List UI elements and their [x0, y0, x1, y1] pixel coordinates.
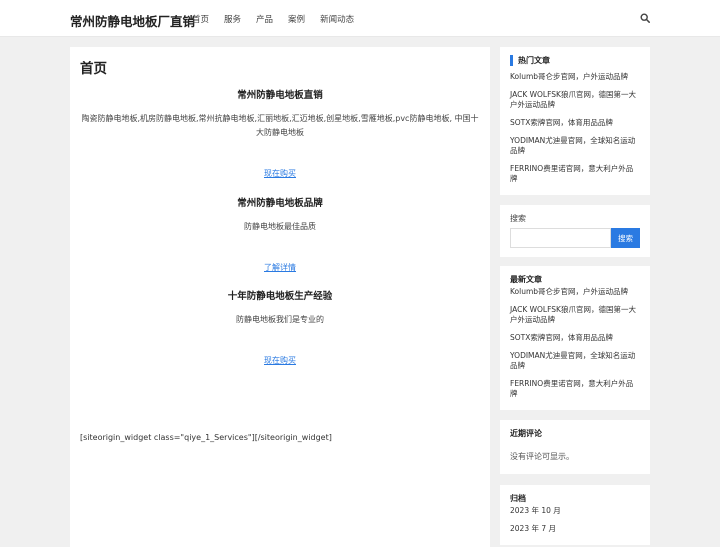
section-title: 常州防静电地板直销 — [237, 90, 323, 101]
empty-comments-text: 没有评论可显示。 — [510, 452, 574, 461]
nav-item-home[interactable]: 首页 — [192, 13, 209, 25]
nav-item-services[interactable]: 服务 — [224, 13, 241, 25]
list-item[interactable]: FERRINO费里诺官网，意大利户外品牌 — [510, 164, 640, 184]
list-item[interactable]: FERRINO费里诺官网，意大利户外品牌 — [510, 379, 640, 399]
section-title: 十年防静电地板生产经验 — [227, 291, 333, 302]
list-item[interactable]: YODIMAN尤迪曼官网，全球知名运动品牌 — [510, 351, 640, 371]
list-item[interactable]: Kolumb哥仑步官网，户外运动品牌 — [510, 287, 640, 297]
nav-item-products[interactable]: 产品 — [256, 13, 273, 25]
section-text: 陶瓷防静电地板,机房防静电地板,常州抗静电地板,汇丽地板,汇迈地板,创星地板,雪… — [81, 114, 479, 137]
list-item[interactable]: SOTX索牌官网，体育用品品牌 — [510, 333, 640, 343]
list-item[interactable]: SOTX索牌官网，体育用品品牌 — [510, 118, 640, 128]
section-text: 防静电地板最佳品质 — [244, 222, 316, 231]
list-item[interactable]: JACK WOLFSK狼爪官网，德国第一大户外运动品牌 — [510, 90, 640, 110]
archive-item[interactable]: 2023 年 7 月 — [510, 524, 640, 534]
widget-title: 近期评论 — [510, 429, 542, 438]
search-label: 搜索 — [510, 214, 526, 223]
learn-more-link[interactable]: 了解详情 — [264, 263, 296, 272]
hot-posts-widget: 热门文章 Kolumb哥仑步官网，户外运动品牌 JACK WOLFSK狼爪官网，… — [500, 47, 650, 195]
main-content: 首页 常州防静电地板直销 陶瓷防静电地板,机房防静电地板,常州抗静电地板,汇丽地… — [70, 47, 490, 547]
widget-title: 最新文章 — [510, 275, 542, 284]
list-item[interactable]: JACK WOLFSK狼爪官网，德国第一大户外运动品牌 — [510, 305, 640, 325]
archive-widget: 归档 2023 年 10 月 2023 年 7 月 — [500, 485, 650, 545]
section-title: 常州防静电地板品牌 — [237, 198, 323, 209]
list-item[interactable]: YODIMAN尤迪曼官网，全球知名运动品牌 — [510, 136, 640, 156]
recent-comments-widget: 近期评论 没有评论可显示。 — [500, 420, 650, 474]
list-item[interactable]: Kolumb哥仑步官网，户外运动品牌 — [510, 72, 640, 82]
widget-title: 归档 — [510, 494, 526, 503]
nav-item-cases[interactable]: 案例 — [288, 13, 305, 25]
site-header: 常州防静电地板厂直销 首页 服务 产品 案例 新闻动态 — [0, 0, 720, 37]
page-title: 首页 — [80, 61, 107, 77]
search-icon[interactable] — [640, 13, 650, 23]
main-nav: 首页 服务 产品 案例 新闻动态 — [192, 13, 369, 25]
search-input[interactable] — [510, 228, 611, 248]
widget-title: 热门文章 — [510, 55, 640, 66]
shortcode-text: [siteorigin_widget class="qiye_1_Service… — [80, 433, 332, 442]
latest-posts-widget: 最新文章 Kolumb哥仑步官网，户外运动品牌 JACK WOLFSK狼爪官网，… — [500, 266, 650, 410]
site-title[interactable]: 常州防静电地板厂直销 — [70, 11, 195, 30]
buy-now-link[interactable]: 现在购买 — [264, 169, 296, 178]
search-widget: 搜索 搜索 — [500, 205, 650, 257]
archive-item[interactable]: 2023 年 10 月 — [510, 506, 640, 516]
nav-item-news[interactable]: 新闻动态 — [320, 13, 354, 25]
section-text: 防静电地板我们是专业的 — [236, 315, 324, 324]
search-button[interactable]: 搜索 — [611, 228, 640, 248]
buy-now-link[interactable]: 现在购买 — [264, 356, 296, 365]
